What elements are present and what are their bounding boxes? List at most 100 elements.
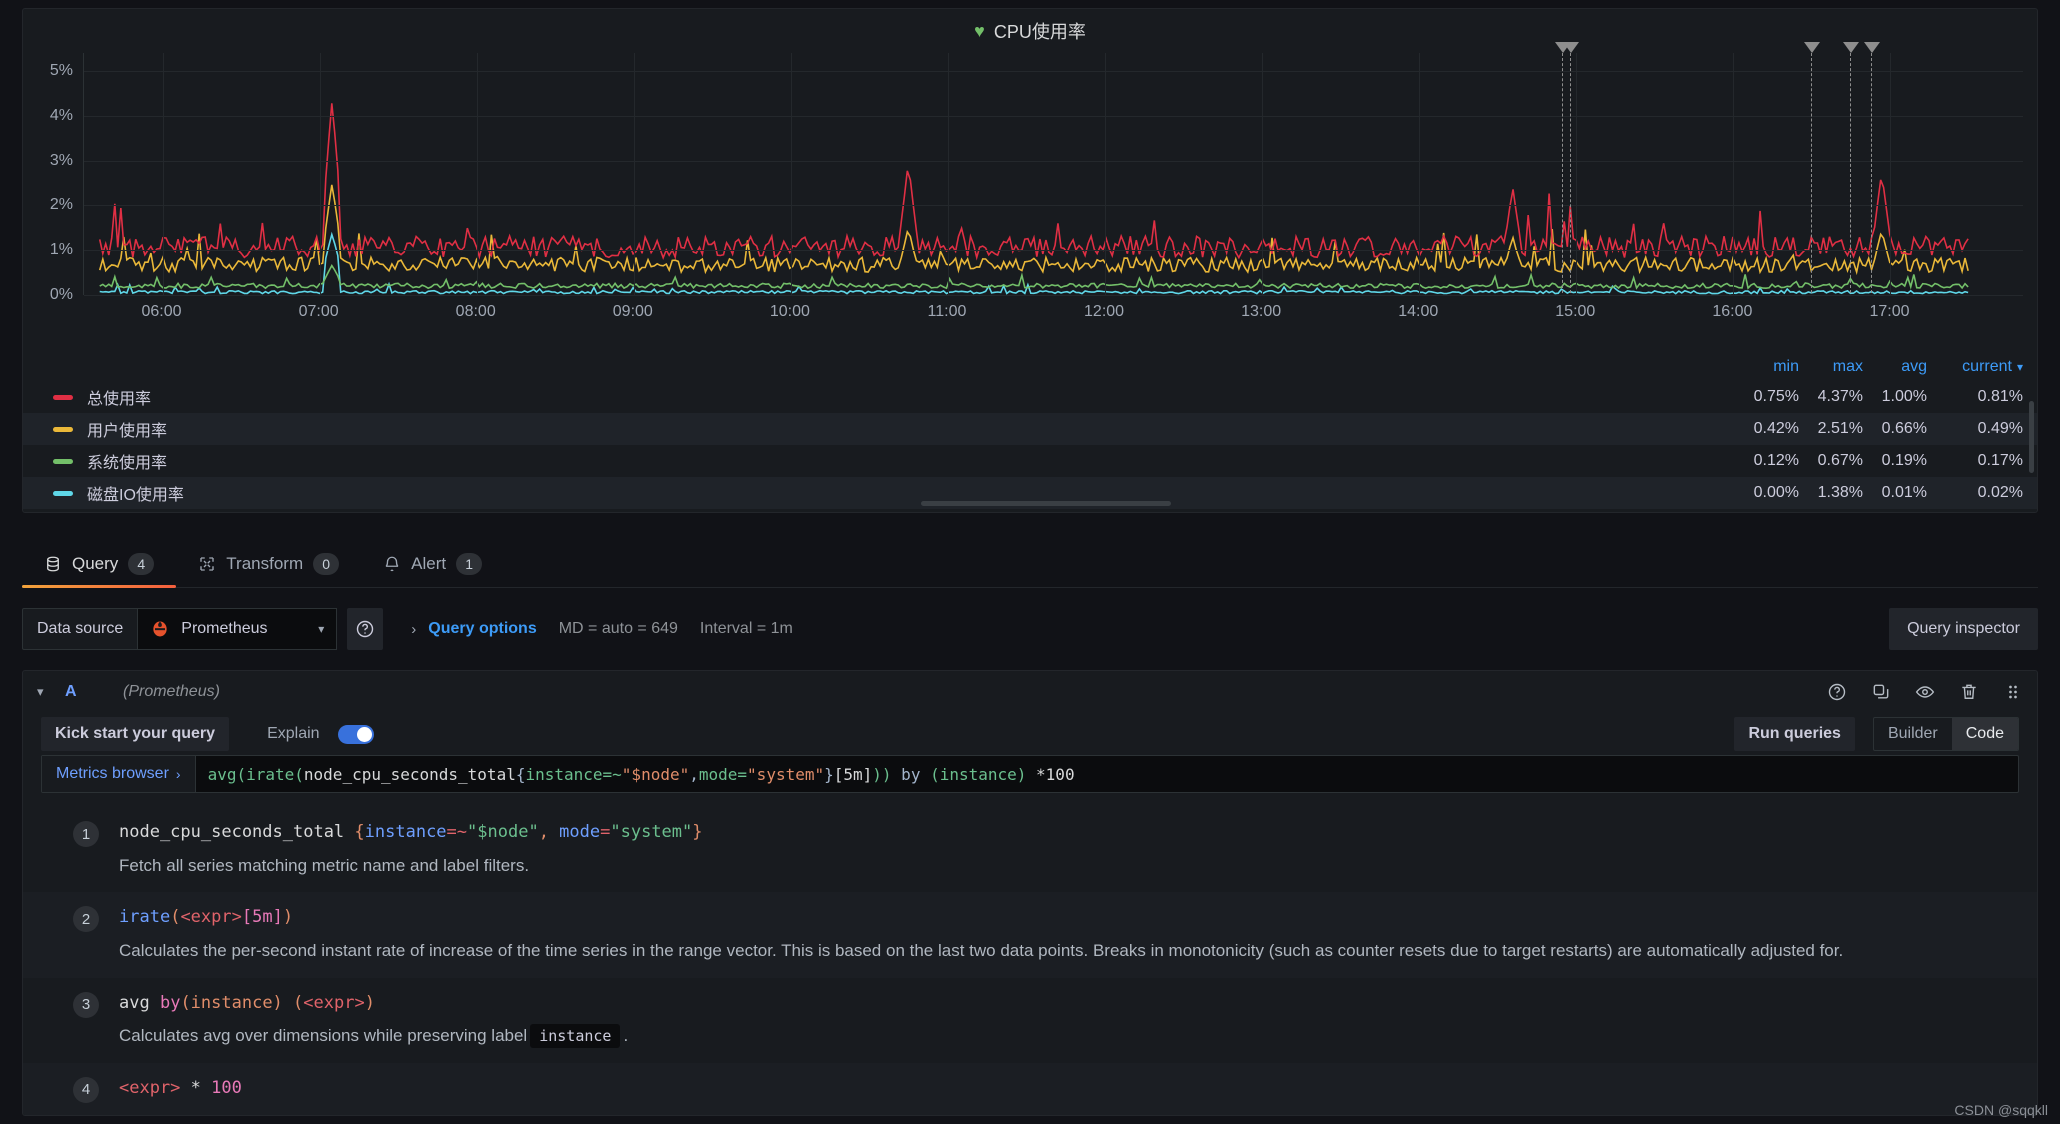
step2-paren-open: ( [170, 907, 181, 928]
legend-value-min: 0.75% [1753, 388, 1799, 405]
legend-value-current: 0.49% [1977, 420, 2023, 437]
legend-label-cell[interactable]: 系统使用率 [23, 449, 1735, 473]
kick-start-query-button[interactable]: Kick start your query [41, 717, 230, 751]
step1-brace-close: } [692, 822, 703, 842]
y-axis-tick: 2% [49, 196, 73, 214]
tab-transform[interactable]: Transform 0 [176, 553, 361, 587]
mode-builder[interactable]: Builder [1874, 718, 1952, 750]
legend-col-max[interactable]: max [1799, 358, 1863, 376]
tab-alert[interactable]: Alert 1 [361, 553, 504, 587]
tab-transform-badge: 0 [313, 553, 340, 575]
toggle-knob [356, 726, 372, 742]
step3-agg: avg [119, 992, 160, 1013]
x-axis-tick: 10:00 [769, 303, 810, 320]
y-axis-tick: 0% [49, 286, 73, 303]
expr-multiplier: *100 [1026, 764, 1075, 784]
legend-color-swatch[interactable] [53, 458, 73, 464]
legend-col-min[interactable]: min [1735, 358, 1799, 376]
expr-metric: node_cpu_seconds_total [303, 764, 516, 784]
eye-icon[interactable] [1915, 682, 1935, 702]
legend-value-min: 0.42% [1753, 420, 1799, 437]
legend-row[interactable]: 用户使用率 0.42% 2.51% 0.66% 0.49% [23, 413, 2037, 445]
series-line [100, 185, 1968, 272]
annotation-marker[interactable] [1563, 42, 1580, 293]
gridline-vertical [319, 53, 321, 295]
legend-color-swatch[interactable] [53, 490, 73, 496]
y-axis-tick: 3% [49, 151, 73, 169]
query-options[interactable]: › Query options MD = auto = 649 Interval… [411, 620, 793, 638]
gridline-vertical [633, 53, 635, 295]
legend-row[interactable]: 总使用率 0.75% 4.37% 1.00% 0.81% [23, 381, 2037, 413]
expr-group: (instance) [930, 764, 1027, 784]
panel-title[interactable]: ♥ CPU使用率 [23, 9, 2037, 53]
legend-vertical-scrollbar[interactable] [2029, 401, 2034, 473]
query-inspector-button[interactable]: Query inspector [1889, 608, 2038, 650]
metrics-browser-label: Metrics browser [56, 765, 169, 782]
legend-col-avg[interactable]: avg [1863, 358, 1927, 376]
step2-range: [5m] [241, 907, 283, 928]
legend-label-cell[interactable]: 用户使用率 [23, 417, 1735, 441]
query-expression-input[interactable]: avg(irate(node_cpu_seconds_total{instanc… [196, 756, 1087, 792]
annotation-marker[interactable] [1864, 42, 1881, 293]
legend-label-cell[interactable]: 磁盘IO使用率 [23, 481, 1735, 505]
query-ref-id[interactable]: A [65, 683, 123, 701]
tab-query[interactable]: Query 4 [22, 553, 177, 588]
step1-op-1: =~ [446, 822, 468, 842]
annotation-marker[interactable] [1804, 42, 1821, 293]
drag-handle-icon[interactable] [2003, 682, 2023, 702]
step-code: node_cpu_seconds_total {instance=~"$node… [119, 821, 2019, 845]
legend-horizontal-scrollbar[interactable] [921, 501, 1171, 506]
expr-brace-open: { [515, 764, 526, 784]
legend-value-max: 4.37% [1817, 388, 1863, 405]
legend-row[interactable]: 系统使用率 0.12% 0.67% 0.19% 0.17% [23, 445, 2037, 477]
legend-color-swatch[interactable] [53, 394, 73, 400]
editor-tabs: Query 4 Transform 0 Alert 1 [22, 544, 2038, 588]
legend-value-min: 0.12% [1753, 452, 1799, 469]
legend-value-min: 0.00% [1753, 484, 1799, 501]
x-axis-tick: 08:00 [455, 303, 496, 320]
series-line [100, 103, 1968, 257]
legend-value-max: 2.51% [1817, 420, 1863, 437]
chevron-down-icon[interactable]: ▾ [37, 684, 65, 700]
query-options-label: Query options [428, 620, 537, 637]
mode-code[interactable]: Code [1951, 718, 2018, 750]
expr-comma: , [689, 764, 699, 784]
step3-desc-before: Calculates avg over dimensions while pre… [119, 1026, 528, 1046]
metrics-browser-button[interactable]: Metrics browser › [42, 756, 196, 792]
watermark: CSDN @sqqkll [1954, 1102, 2048, 1118]
legend-label-cell[interactable]: 总使用率 [23, 385, 1735, 409]
annotation-marker[interactable] [1843, 42, 1860, 293]
datasource-picker[interactable]: Prometheus ▾ [137, 608, 338, 650]
transform-icon [200, 557, 214, 571]
annotation-marker[interactable] [1555, 42, 1572, 293]
legend-color-swatch[interactable] [53, 426, 73, 432]
explain-label: Explain [267, 725, 320, 742]
expr-brace-close: } [824, 764, 834, 784]
explain-toggle[interactable] [337, 724, 374, 744]
legend-table[interactable]: min max avg current ▾ 总使用率 0.75% 4.37% 1.00%… [23, 353, 2037, 512]
chevron-down-icon: ▾ [318, 622, 325, 636]
x-axis-tick: 14:00 [1398, 303, 1439, 320]
heart-icon: ♥ [974, 21, 985, 41]
query-datasource-note: (Prometheus) [123, 683, 220, 700]
expr-close: )) [872, 764, 892, 784]
explain-step-1: 1 node_cpu_seconds_total {instance=~"$no… [23, 807, 2037, 892]
query-row-actions [1827, 682, 2023, 702]
tab-query-label: Query [72, 554, 119, 573]
step-description: Fetch all series matching metric name an… [119, 855, 530, 875]
query-expression-row: Metrics browser › avg(irate(node_cpu_sec… [41, 755, 2019, 793]
plot-area[interactable] [83, 42, 2023, 296]
trash-icon[interactable] [1959, 682, 1979, 702]
gridline-vertical [476, 53, 478, 295]
y-axis-tick: 1% [49, 241, 73, 259]
duplicate-icon[interactable] [1871, 682, 1891, 702]
datasource-help-button[interactable] [347, 608, 384, 650]
run-queries-button[interactable]: Run queries [1734, 717, 1855, 751]
help-circle-icon[interactable] [1827, 682, 1847, 702]
legend-series-name: 系统使用率 [87, 455, 168, 472]
database-icon [47, 556, 59, 572]
tab-transform-label: Transform [226, 554, 304, 573]
y-axis-tick: 4% [49, 106, 73, 124]
legend-col-current[interactable]: current ▾ [1927, 358, 2023, 376]
timeseries-graph[interactable]: 0% 1% 2% 3% 4% 5% 06:00 07:00 08:00 09:00 10:00 11… [23, 42, 2037, 353]
